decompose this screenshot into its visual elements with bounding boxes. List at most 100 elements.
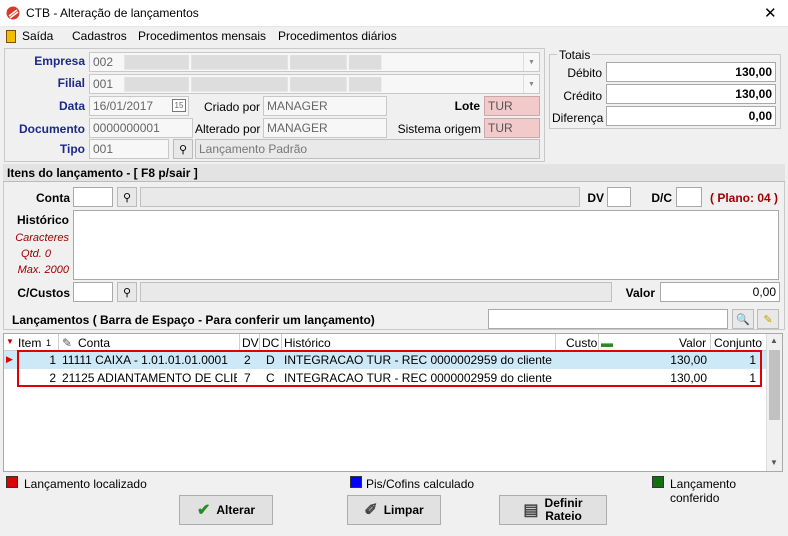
sort-indicator: 1 <box>46 338 52 348</box>
col-item[interactable]: Item <box>18 336 41 350</box>
alterar-button[interactable]: ✔ Alterar <box>179 495 273 525</box>
alterado-por-field: MANAGER <box>263 118 387 138</box>
lancamentos-title: Lançamentos ( Barra de Espaço - Para con… <box>12 313 375 327</box>
documents-icon: ▤ <box>523 502 539 519</box>
chevron-down-icon[interactable]: ▼ <box>523 53 539 71</box>
tipo-desc-field: Lançamento Padrão <box>195 139 540 159</box>
legend-conferido-label: Lançamento conferido <box>670 477 737 505</box>
scroll-up-icon[interactable]: ▲ <box>770 336 778 345</box>
legend-red-swatch <box>6 476 18 488</box>
dc-input[interactable] <box>676 187 702 207</box>
rateio-label: Rateio <box>545 509 582 523</box>
ccustos-label: C/Custos <box>17 286 70 300</box>
debito-value: 130,00 <box>606 62 776 82</box>
filial-name: ████████ ████████████ ███████ ████ <box>124 77 381 91</box>
filial-label: Filial <box>57 76 85 90</box>
valor-label: Valor <box>625 286 655 300</box>
empresa-select[interactable]: 002 ████████ ████████████ ███████ ████ ▼ <box>89 52 540 72</box>
sistema-origem-field: TUR <box>484 118 540 138</box>
conta-desc-field <box>140 187 580 207</box>
debito-label: Débito <box>567 66 602 80</box>
menu-procedimentos-mensais[interactable]: Procedimentos mensais <box>138 29 266 43</box>
lancamentos-search-input[interactable] <box>488 309 728 329</box>
calendar-icon[interactable]: 15 <box>172 99 186 112</box>
totais-title: Totais <box>557 48 593 62</box>
grid-header: ▼ Item 1 ✎ Conta DV DC Histórico Custo ▬… <box>4 334 768 351</box>
definir-rateio-button[interactable]: ▤ Definir Rateio <box>499 495 607 525</box>
alterar-label: Alterar <box>216 503 256 517</box>
col-custo[interactable]: Custo <box>566 336 597 350</box>
chevron-down-icon[interactable]: ▼ <box>523 75 539 93</box>
criado-por-label: Criado por <box>203 100 260 114</box>
scroll-thumb[interactable] <box>769 350 780 420</box>
grid-scrollbar[interactable]: ▲ ▼ <box>766 334 782 471</box>
plano-label: ( Plano: 04 ) <box>710 191 779 205</box>
lote-field[interactable]: TUR <box>484 96 540 116</box>
menu-procedimentos-diarios[interactable]: Procedimentos diários <box>278 29 397 43</box>
lancamentos-grid: ▼ Item 1 ✎ Conta DV DC Histórico Custo ▬… <box>3 333 783 472</box>
empresa-name: ████████ ████████████ ███████ ████ <box>124 55 381 69</box>
data-field[interactable]: 16/01/2017 15 <box>89 96 189 116</box>
documento-field[interactable]: 0000000001 <box>89 118 193 138</box>
lote-label: Lote <box>454 99 480 113</box>
diferenca-value: 0,00 <box>606 106 776 126</box>
data-label: Data <box>58 99 85 113</box>
menu-bar: Saída Cadastros Procedimentos mensais Pr… <box>0 27 788 46</box>
binoculars-search-icon[interactable]: ⚲ <box>117 282 137 302</box>
col-historico[interactable]: Histórico <box>284 336 331 350</box>
itens-section-header: Itens do lançamento - [ F8 p/sair ] <box>3 164 785 182</box>
valor-input[interactable]: 0,00 <box>660 282 780 302</box>
menu-cadastros[interactable]: Cadastros <box>72 29 127 43</box>
credito-value: 130,00 <box>606 84 776 104</box>
sistema-origem-label: Sistema origem <box>397 122 481 136</box>
filial-select[interactable]: 001 ████████ ████████████ ███████ ████ ▼ <box>89 74 540 94</box>
conta-label: Conta <box>36 191 70 205</box>
col-valor[interactable]: Valor <box>679 336 706 350</box>
menu-saida[interactable]: Saída <box>22 29 53 43</box>
eraser-icon[interactable]: ✎ <box>757 309 779 329</box>
definir-rateio-label: Definir Rateio <box>545 497 583 523</box>
legend-localizado-label: Lançamento localizado <box>24 477 147 491</box>
data-value: 16/01/2017 <box>93 99 154 113</box>
exit-door-icon <box>6 30 16 43</box>
ccustos-input[interactable] <box>73 282 113 302</box>
scroll-down-icon[interactable]: ▼ <box>770 458 778 467</box>
limpar-button[interactable]: ✐ Limpar <box>347 495 441 525</box>
criado-por-field: MANAGER <box>263 96 387 116</box>
ccustos-desc-field <box>140 282 612 302</box>
col-dc[interactable]: DC <box>262 336 279 350</box>
binoculars-search-icon[interactable]: ⚲ <box>117 187 137 207</box>
broom-icon: ✐ <box>364 502 378 519</box>
conta-input[interactable] <box>73 187 113 207</box>
tipo-label: Tipo <box>59 142 85 156</box>
col-conjunto[interactable]: Conjunto <box>714 336 762 350</box>
dc-label: D/C <box>651 191 672 205</box>
historico-textarea[interactable] <box>73 210 779 280</box>
diferenca-label: Diferença <box>552 111 604 125</box>
legend-blue-swatch <box>350 476 362 488</box>
limpar-label: Limpar <box>383 503 424 517</box>
app-logo-icon <box>6 6 20 20</box>
qtd-label: Qtd. 0 <box>21 248 51 260</box>
dv-input[interactable] <box>607 187 631 207</box>
close-button[interactable]: ✕ <box>764 4 777 22</box>
note-icon: ✎ <box>62 336 73 350</box>
empresa-label: Empresa <box>34 54 85 68</box>
window-title: CTB - Alteração de lançamentos <box>26 6 199 20</box>
documento-label: Documento <box>19 122 85 136</box>
definir-label: Definir <box>544 496 583 510</box>
historico-label: Histórico <box>16 213 69 227</box>
search-icon[interactable]: 🔍 <box>732 309 754 329</box>
highlight-box <box>17 350 762 387</box>
binoculars-search-icon[interactable]: ⚲ <box>173 139 193 159</box>
col-conta[interactable]: Conta <box>78 336 110 350</box>
row-pointer-icon: ▶ <box>6 354 13 364</box>
credito-label: Crédito <box>563 89 602 103</box>
tipo-field[interactable]: 001 <box>89 139 169 159</box>
caracteres-label: Caracteres <box>15 232 69 244</box>
title-bar: CTB - Alteração de lançamentos ✕ <box>0 0 788 27</box>
alterado-por-label: Alterado por <box>195 122 261 136</box>
max-label: Max. 2000 <box>17 264 69 276</box>
col-dv[interactable]: DV <box>242 336 259 350</box>
checkmark-icon: ✔ <box>196 502 211 519</box>
